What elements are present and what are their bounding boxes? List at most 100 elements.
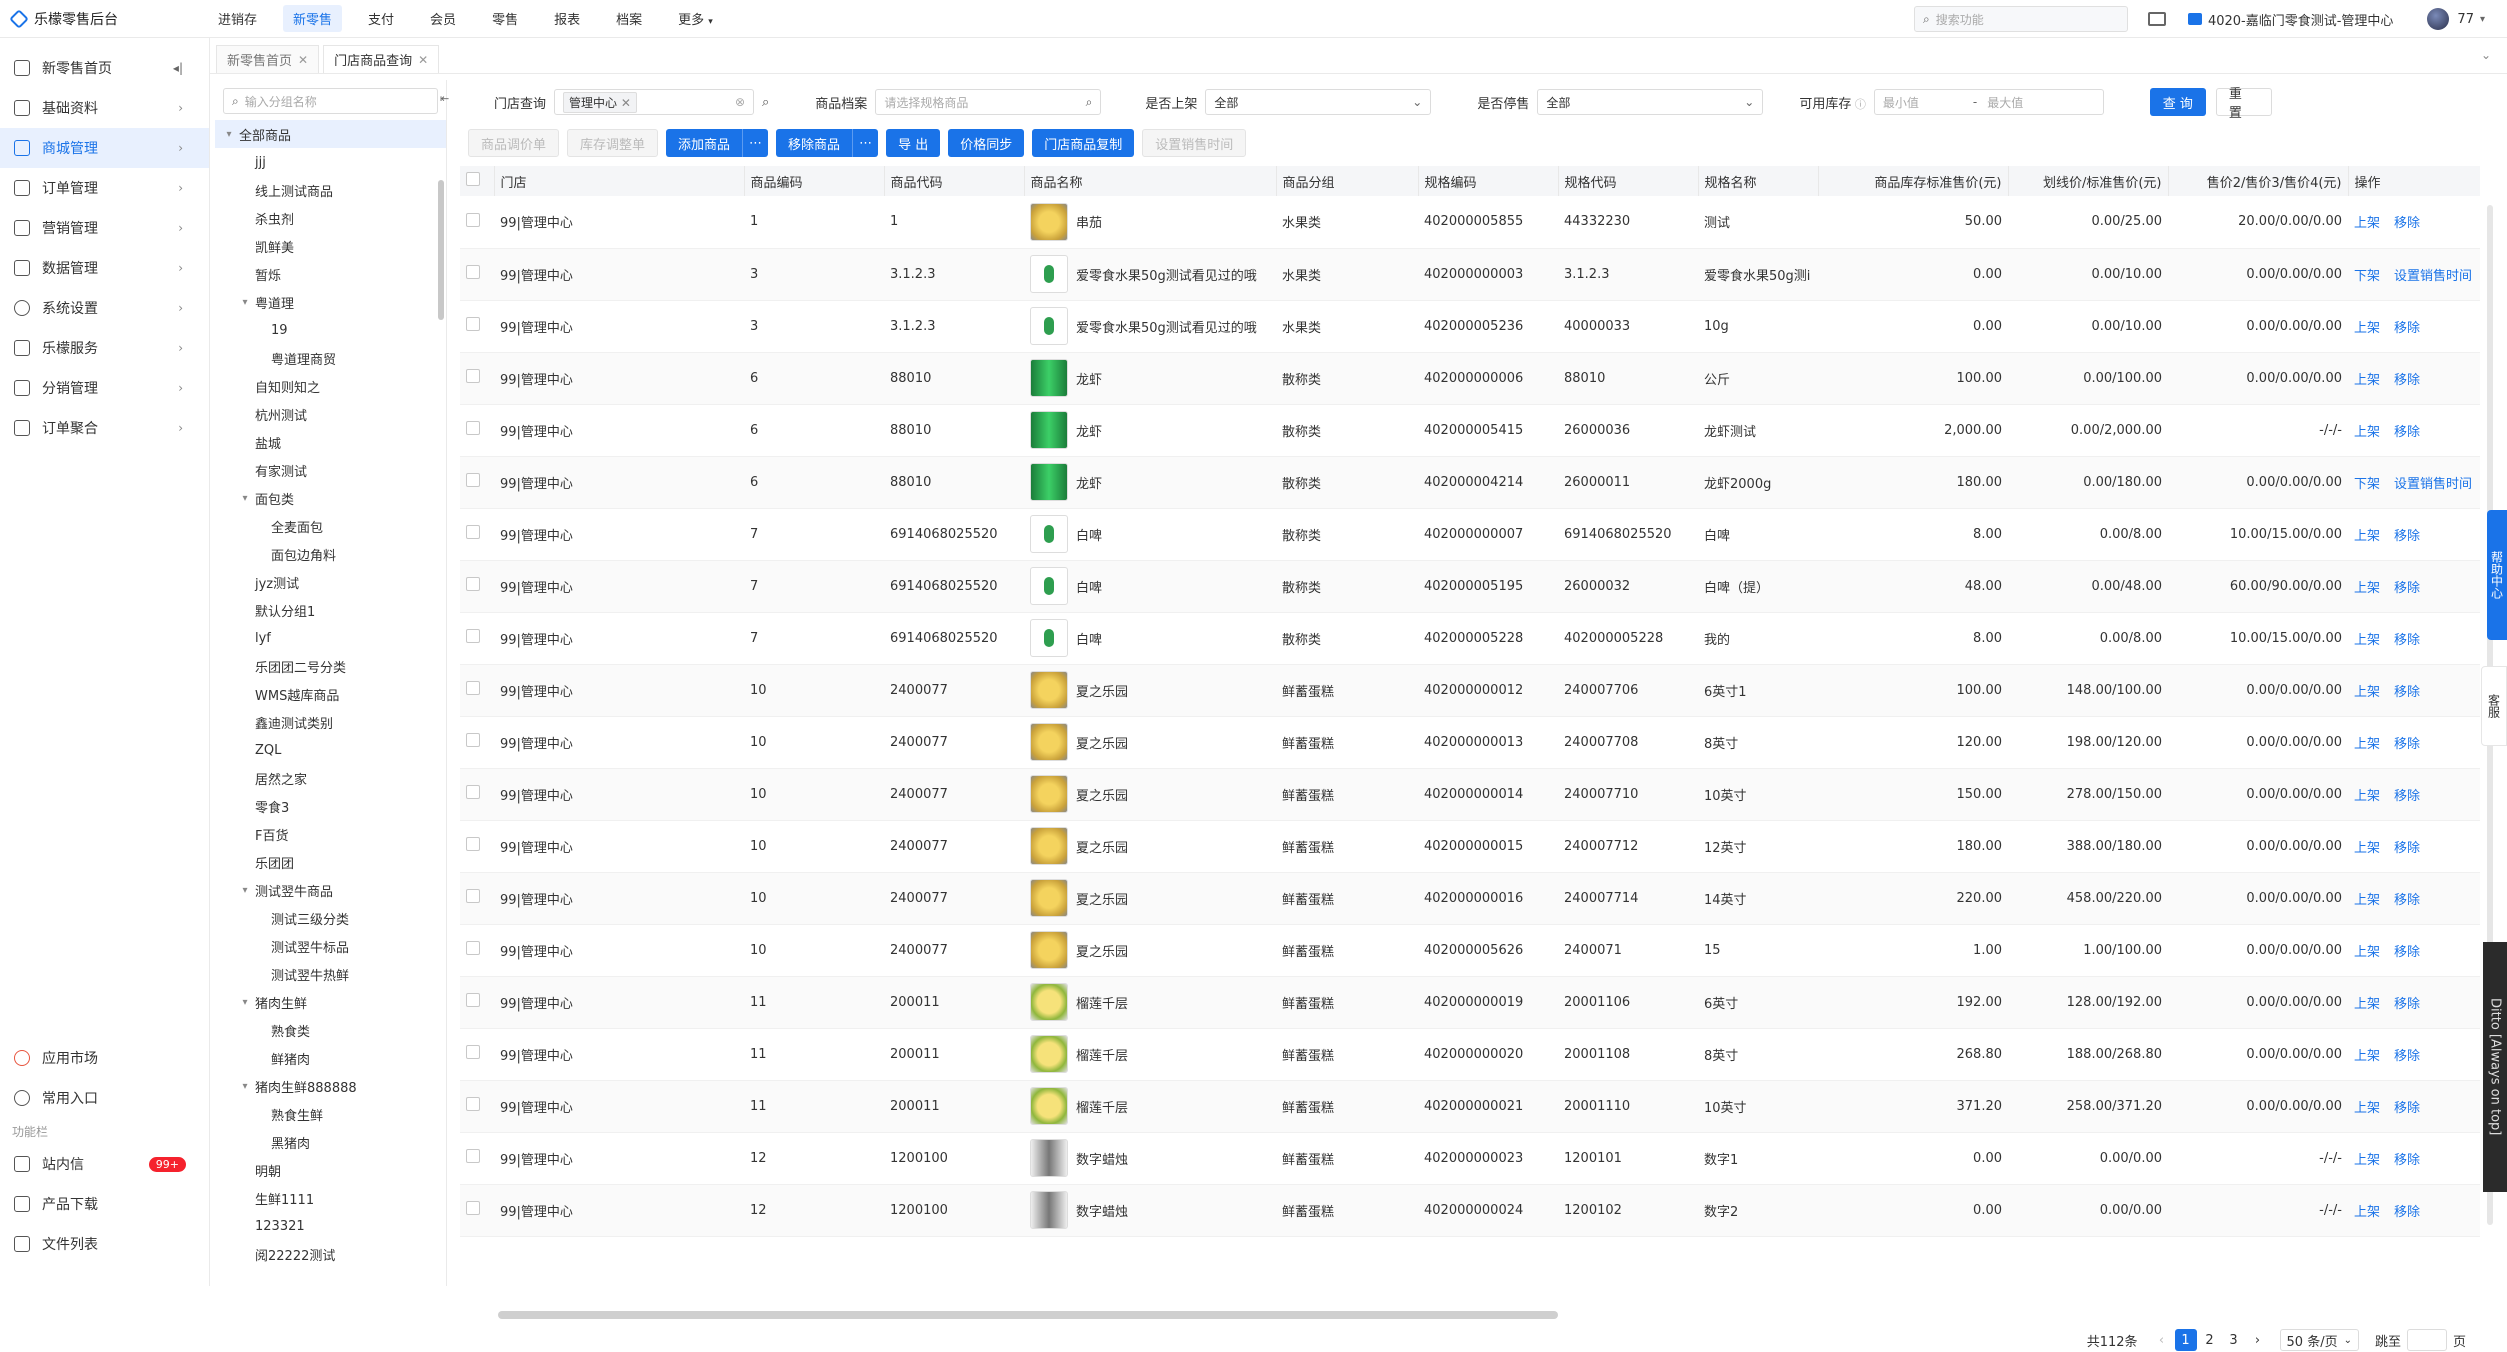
search-icon[interactable]: ⌕ xyxy=(762,95,769,110)
row-action-link[interactable]: 上架 xyxy=(2354,1049,2380,1064)
row-action-link[interactable]: 上架 xyxy=(2354,945,2380,960)
nav-member[interactable]: 会员 xyxy=(420,5,466,32)
row-action-link[interactable]: 移除 xyxy=(2394,997,2420,1012)
stopped-filter-select[interactable]: 全部 ⌄ xyxy=(1537,89,1764,115)
nav-retail[interactable]: 零售 xyxy=(482,5,528,32)
column-header[interactable]: 门店 xyxy=(494,166,745,196)
user-name[interactable]: 77 xyxy=(2457,12,2474,27)
tree-node[interactable]: 有家测试 xyxy=(215,456,446,484)
add-product-button[interactable]: 添加商品 xyxy=(666,129,743,157)
select-all-checkbox[interactable] xyxy=(466,172,480,186)
row-checkbox[interactable] xyxy=(466,317,480,331)
product-thumbnail[interactable] xyxy=(1030,775,1068,813)
row-checkbox[interactable] xyxy=(466,681,480,695)
row-action-link[interactable]: 移除 xyxy=(2394,633,2420,648)
column-header[interactable]: 规格名称 xyxy=(1698,166,1819,196)
table-row[interactable]: 99|管理中心 10 2400077 夏之乐园 鲜蓄蛋糕 402000005626 2400… xyxy=(460,924,2480,977)
tree-node[interactable]: 盐城 xyxy=(215,428,446,456)
row-checkbox[interactable] xyxy=(466,421,480,435)
product-thumbnail[interactable] xyxy=(1030,1191,1068,1229)
row-action-link[interactable]: 上架 xyxy=(2354,997,2380,1012)
store-switcher[interactable]: 4020-嘉临门零食测试-管理中心 xyxy=(2187,10,2393,29)
row-action-link[interactable]: 上架 xyxy=(2354,425,2380,440)
table-row[interactable]: 99|管理中心 12 1200100 数字蜡烛 鲜蓄蛋糕 402000000023 1200… xyxy=(460,1132,2480,1185)
collapse-sidebar-icon[interactable]: ◂| xyxy=(173,61,183,75)
tree-node[interactable]: jjj xyxy=(215,148,446,176)
product-thumbnail[interactable] xyxy=(1030,983,1068,1021)
product-thumbnail[interactable] xyxy=(1030,827,1068,865)
row-action-link[interactable]: 上架 xyxy=(2354,321,2380,336)
horizontal-scrollbar[interactable] xyxy=(498,1311,1558,1319)
close-icon[interactable]: ✕ xyxy=(621,96,631,110)
copy-store-products-button[interactable]: 门店商品复制 xyxy=(1032,129,1135,157)
chevron-down-icon[interactable]: ▾ xyxy=(239,297,251,308)
row-checkbox[interactable] xyxy=(466,369,480,383)
clear-icon[interactable]: ⊗ xyxy=(735,95,745,109)
more-icon[interactable]: ⋯ xyxy=(852,129,879,157)
table-row[interactable]: 99|管理中心 10 2400077 夏之乐园 鲜蓄蛋糕 402000000016 2400… xyxy=(460,872,2480,925)
stock-adjust-button[interactable]: 库存调整单 xyxy=(567,129,659,157)
row-action-link[interactable]: 上架 xyxy=(2354,529,2380,544)
printer-icon[interactable] xyxy=(2147,12,2166,26)
help-center-tab[interactable]: 帮助中心 xyxy=(2487,510,2507,640)
row-action-link[interactable]: 设置销售时间 xyxy=(2394,477,2472,492)
page-2-button[interactable]: 2 xyxy=(2199,1329,2221,1351)
tree-node[interactable]: 默认分组1 xyxy=(215,596,446,624)
table-row[interactable]: 99|管理中心 3 3.1.2.3 爱零食水果50g测试看见过的哦 水果类 4020000… xyxy=(460,300,2480,353)
table-row[interactable]: 99|管理中心 3 3.1.2.3 爱零食水果50g测试看见过的哦 水果类 4020000… xyxy=(460,248,2480,301)
product-thumbnail[interactable] xyxy=(1030,567,1068,605)
tree-node[interactable]: 测试三级分类 xyxy=(215,904,446,932)
chevron-down-icon[interactable]: ▾ xyxy=(2480,14,2485,25)
row-action-link[interactable]: 移除 xyxy=(2394,737,2420,752)
column-header[interactable]: 商品库存标准售价(元) xyxy=(1818,166,2009,196)
page-size-select[interactable]: 50 条/页 ⌄ xyxy=(2279,1329,2359,1351)
tree-node[interactable]: 自知则知之 xyxy=(215,372,446,400)
tree-node[interactable]: 鲜猪肉 xyxy=(215,1044,446,1072)
tree-node[interactable]: 123321 xyxy=(215,1212,446,1240)
sidebar-item-data[interactable]: 数据管理 › xyxy=(0,248,209,288)
row-checkbox[interactable] xyxy=(466,837,480,851)
chevron-down-icon[interactable]: ▾ xyxy=(239,885,251,896)
product-thumbnail[interactable] xyxy=(1030,619,1068,657)
row-action-link[interactable]: 上架 xyxy=(2354,1101,2380,1116)
jump-page-input[interactable] xyxy=(2406,1329,2447,1351)
column-header[interactable]: 商品代码 xyxy=(884,166,1025,196)
more-icon[interactable]: ⋯ xyxy=(742,129,769,157)
customer-service-tab[interactable]: 客服 xyxy=(2481,666,2507,746)
row-action-link[interactable]: 移除 xyxy=(2394,1049,2420,1064)
column-header[interactable]: 商品分组 xyxy=(1276,166,1419,196)
nav-archive[interactable]: 档案 xyxy=(606,5,652,32)
close-icon[interactable]: ✕ xyxy=(418,53,428,67)
product-thumbnail[interactable] xyxy=(1030,1035,1068,1073)
tree-node[interactable]: 乐团团 xyxy=(215,848,446,876)
product-thumbnail[interactable] xyxy=(1030,671,1068,709)
row-action-link[interactable]: 下架 xyxy=(2354,269,2380,284)
row-action-link[interactable]: 移除 xyxy=(2394,373,2420,388)
tree-node[interactable]: 零食3 xyxy=(215,792,446,820)
row-checkbox[interactable] xyxy=(466,733,480,747)
table-row[interactable]: 99|管理中心 11 200011 榴莲千层 鲜蓄蛋糕 402000000020 20001… xyxy=(460,1028,2480,1081)
product-thumbnail[interactable] xyxy=(1030,202,1068,241)
table-row[interactable]: 99|管理中心 10 2400077 夏之乐园 鲜蓄蛋糕 402000000014 2400… xyxy=(460,768,2480,821)
nav-jinxiaocun[interactable]: 进销存 xyxy=(208,5,267,32)
tree-node[interactable]: ▾ 测试翌牛商品 xyxy=(215,876,446,904)
column-header[interactable]: 售价2/售价3/售价4(元) xyxy=(2168,166,2349,196)
tree-node[interactable]: 暂烁 xyxy=(215,260,446,288)
column-header[interactable]: 商品名称 xyxy=(1024,166,1277,196)
product-thumbnail[interactable] xyxy=(1030,1087,1068,1125)
chevron-down-icon[interactable]: ▾ xyxy=(239,997,251,1008)
table-row[interactable]: 99|管理中心 10 2400077 夏之乐园 鲜蓄蛋糕 402000000015 2400… xyxy=(460,820,2480,873)
tree-node[interactable]: ▾ 面包类 xyxy=(215,484,446,512)
tree-node[interactable]: ▾ 全部商品 xyxy=(215,120,446,148)
tree-node[interactable]: F百货 xyxy=(215,820,446,848)
sidebar-item-order-aggregate[interactable]: 订单聚合 › xyxy=(0,408,209,448)
row-checkbox[interactable] xyxy=(466,212,480,227)
table-row[interactable]: 99|管理中心 10 2400077 夏之乐园 鲜蓄蛋糕 402000000012 2400… xyxy=(460,664,2480,717)
store-filter-select[interactable]: 管理中心 ✕ ⊗ xyxy=(554,89,755,115)
tree-node[interactable]: 19 xyxy=(215,316,446,344)
sidebar-item-marketing[interactable]: 营销管理 › xyxy=(0,208,209,248)
stock-min-input[interactable]: 最小值 xyxy=(1883,94,1963,111)
row-checkbox[interactable] xyxy=(466,941,480,955)
sidebar-item-messages[interactable]: 站内信 99+ xyxy=(0,1144,210,1184)
tree-node[interactable]: 全麦面包 xyxy=(215,512,446,540)
